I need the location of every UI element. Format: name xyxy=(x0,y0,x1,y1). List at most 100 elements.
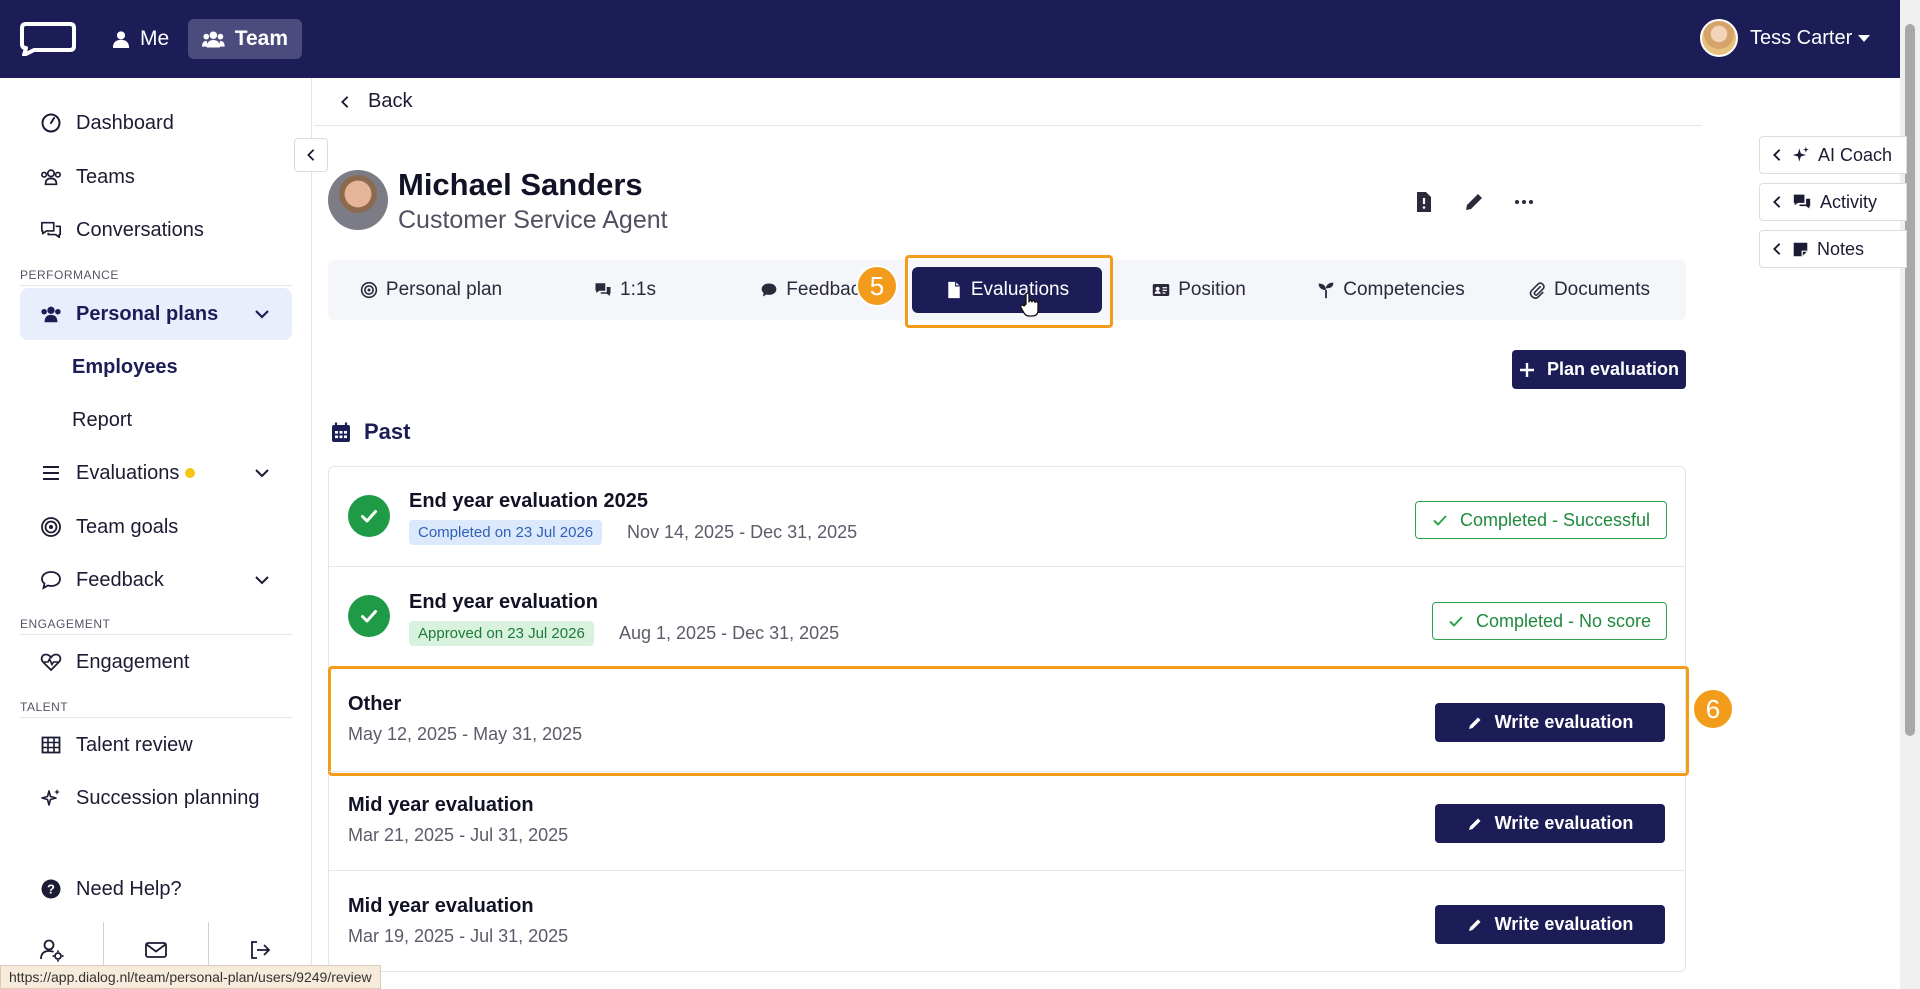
nav-team-label: Team xyxy=(234,27,288,50)
evaluation-dates: Aug 1, 2025 - Dec 31, 2025 xyxy=(619,623,840,643)
chat-icon xyxy=(595,283,611,296)
check-circle-icon xyxy=(348,595,390,637)
check-icon xyxy=(1433,515,1447,526)
evaluation-dates: Nov 14, 2025 - Dec 31, 2025 xyxy=(627,522,858,542)
evaluation-title[interactable]: Mid year evaluation xyxy=(348,794,534,817)
seedling-icon xyxy=(1318,282,1334,299)
write-evaluation-label: Write evaluation xyxy=(1494,914,1634,934)
sidebar-item-evaluations[interactable]: Evaluations xyxy=(20,448,292,498)
pencil-icon xyxy=(1468,717,1481,729)
tab-competencies[interactable]: Competencies xyxy=(1300,267,1482,313)
sidebar-item-dashboard[interactable]: Dashboard xyxy=(20,98,292,148)
sidebar-item-personal-plans[interactable]: Personal plans xyxy=(20,288,292,340)
chevron-down-icon xyxy=(255,469,269,478)
scrollbar-thumb[interactable] xyxy=(1905,24,1915,736)
tab-personal-plan[interactable]: Personal plan xyxy=(340,267,522,313)
sidebar-item-label: Teams xyxy=(76,165,135,188)
user-name: Tess Carter xyxy=(1750,26,1853,49)
notes-panel-toggle[interactable]: Notes xyxy=(1759,230,1907,268)
more-icon[interactable] xyxy=(1512,190,1536,214)
svg-text:?: ? xyxy=(47,882,55,897)
speech-bubble-icon xyxy=(41,571,61,590)
write-evaluation-button[interactable]: Write evaluation xyxy=(1435,804,1665,843)
evaluation-dates: Mar 19, 2025 - Jul 31, 2025 xyxy=(348,926,569,946)
evaluation-title[interactable]: End year evaluation 2025 xyxy=(409,490,648,513)
app-logo-icon[interactable] xyxy=(20,20,76,57)
chat-icon xyxy=(1793,194,1811,209)
tab-label: Competencies xyxy=(1343,279,1465,300)
tab-label: Personal plan xyxy=(385,279,503,300)
tab-label: 1:1s xyxy=(620,279,656,300)
status-badge: Completed - No score xyxy=(1432,602,1667,640)
write-evaluation-label: Write evaluation xyxy=(1494,712,1634,732)
tab-documents[interactable]: Documents xyxy=(1500,267,1678,313)
plan-evaluation-button[interactable]: Plan evaluation xyxy=(1512,350,1686,389)
document-icon xyxy=(948,281,960,299)
sidebar-item-label: Personal plans xyxy=(76,302,219,325)
sidebar-item-engagement[interactable]: Engagement xyxy=(20,637,292,687)
sidebar-item-conversations[interactable]: Conversations xyxy=(20,205,292,255)
evaluation-title[interactable]: End year evaluation xyxy=(409,591,598,614)
sidebar-item-label: Succession planning xyxy=(76,786,260,809)
speech-bubble-icon xyxy=(761,283,777,297)
chevron-left-icon xyxy=(1773,243,1781,255)
sidebar-item-label: Talent review xyxy=(76,733,193,756)
write-evaluation-button[interactable]: Write evaluation xyxy=(1435,905,1665,944)
sidebar-item-label: Need Help? xyxy=(76,877,182,900)
sidebar-item-team-goals[interactable]: Team goals xyxy=(20,502,292,552)
write-evaluation-button[interactable]: Write evaluation xyxy=(1435,703,1665,742)
nav-team-button[interactable]: Team xyxy=(188,19,302,59)
logout-icon xyxy=(251,941,271,959)
evaluation-title[interactable]: Mid year evaluation xyxy=(348,895,534,918)
sidebar-item-succession-planning[interactable]: Succession planning xyxy=(20,773,292,823)
tab-position[interactable]: Position xyxy=(1112,267,1286,313)
employee-name: Michael Sanders xyxy=(398,167,643,202)
user-icon xyxy=(112,31,130,48)
approved-badge: Approved on 23 Jul 2026 xyxy=(409,621,594,646)
sidebar-section-talent: TALENT xyxy=(20,700,292,718)
back-link[interactable]: Back xyxy=(314,78,1702,126)
row-divider xyxy=(329,566,1685,567)
sidebar-item-teams[interactable]: Teams xyxy=(20,152,292,202)
back-label: Back xyxy=(368,90,413,112)
tab-one-on-ones[interactable]: 1:1s xyxy=(540,267,710,313)
sidebar-collapse-button[interactable] xyxy=(294,138,328,172)
user-menu[interactable]: Tess Carter xyxy=(1700,16,1871,60)
status-label: Completed - Successful xyxy=(1459,509,1651,530)
pencil-icon xyxy=(1468,919,1481,931)
panel-label: Notes xyxy=(1817,238,1865,259)
employee-avatar xyxy=(328,170,388,230)
mail-icon xyxy=(145,942,167,958)
chevron-left-icon xyxy=(341,95,349,108)
nav-me-label: Me xyxy=(140,27,170,50)
check-circle-icon xyxy=(348,495,390,537)
check-icon xyxy=(1449,616,1463,627)
sidebar-item-feedback[interactable]: Feedback xyxy=(20,555,292,605)
sidebar-subitem-employees[interactable]: Employees xyxy=(72,356,178,379)
evaluation-title[interactable]: Other xyxy=(348,693,401,716)
activity-panel-toggle[interactable]: Activity xyxy=(1759,183,1907,221)
tab-evaluations[interactable]: Evaluations xyxy=(912,267,1102,313)
pencil-icon[interactable] xyxy=(1462,190,1486,214)
id-card-icon xyxy=(1152,284,1170,296)
sidebar-item-label: Engagement xyxy=(76,650,190,673)
document-alert-icon[interactable] xyxy=(1412,190,1436,214)
heart-pulse-icon xyxy=(40,653,62,672)
notification-dot xyxy=(185,468,196,478)
user-settings-icon xyxy=(39,939,64,962)
browser-status-url: https://app.dialog.nl/team/personal-plan… xyxy=(0,965,381,989)
section-past: Past xyxy=(330,419,410,445)
nav-me-button[interactable]: Me xyxy=(98,19,194,59)
gauge-icon xyxy=(41,113,61,133)
chevron-left-icon xyxy=(307,149,315,161)
ai-coach-panel-toggle[interactable]: AI Coach xyxy=(1759,136,1907,174)
grid-icon xyxy=(41,736,61,754)
sidebar-subitem-report[interactable]: Report xyxy=(72,409,132,432)
row-divider xyxy=(329,771,1685,772)
sidebar-item-label: Evaluations xyxy=(76,461,180,484)
sidebar-item-need-help[interactable]: ? Need Help? xyxy=(20,864,292,914)
list-icon xyxy=(43,466,59,480)
sidebar-item-talent-review[interactable]: Talent review xyxy=(20,720,292,770)
tab-label: Position xyxy=(1178,279,1246,300)
sidebar-item-label: Dashboard xyxy=(76,111,174,134)
